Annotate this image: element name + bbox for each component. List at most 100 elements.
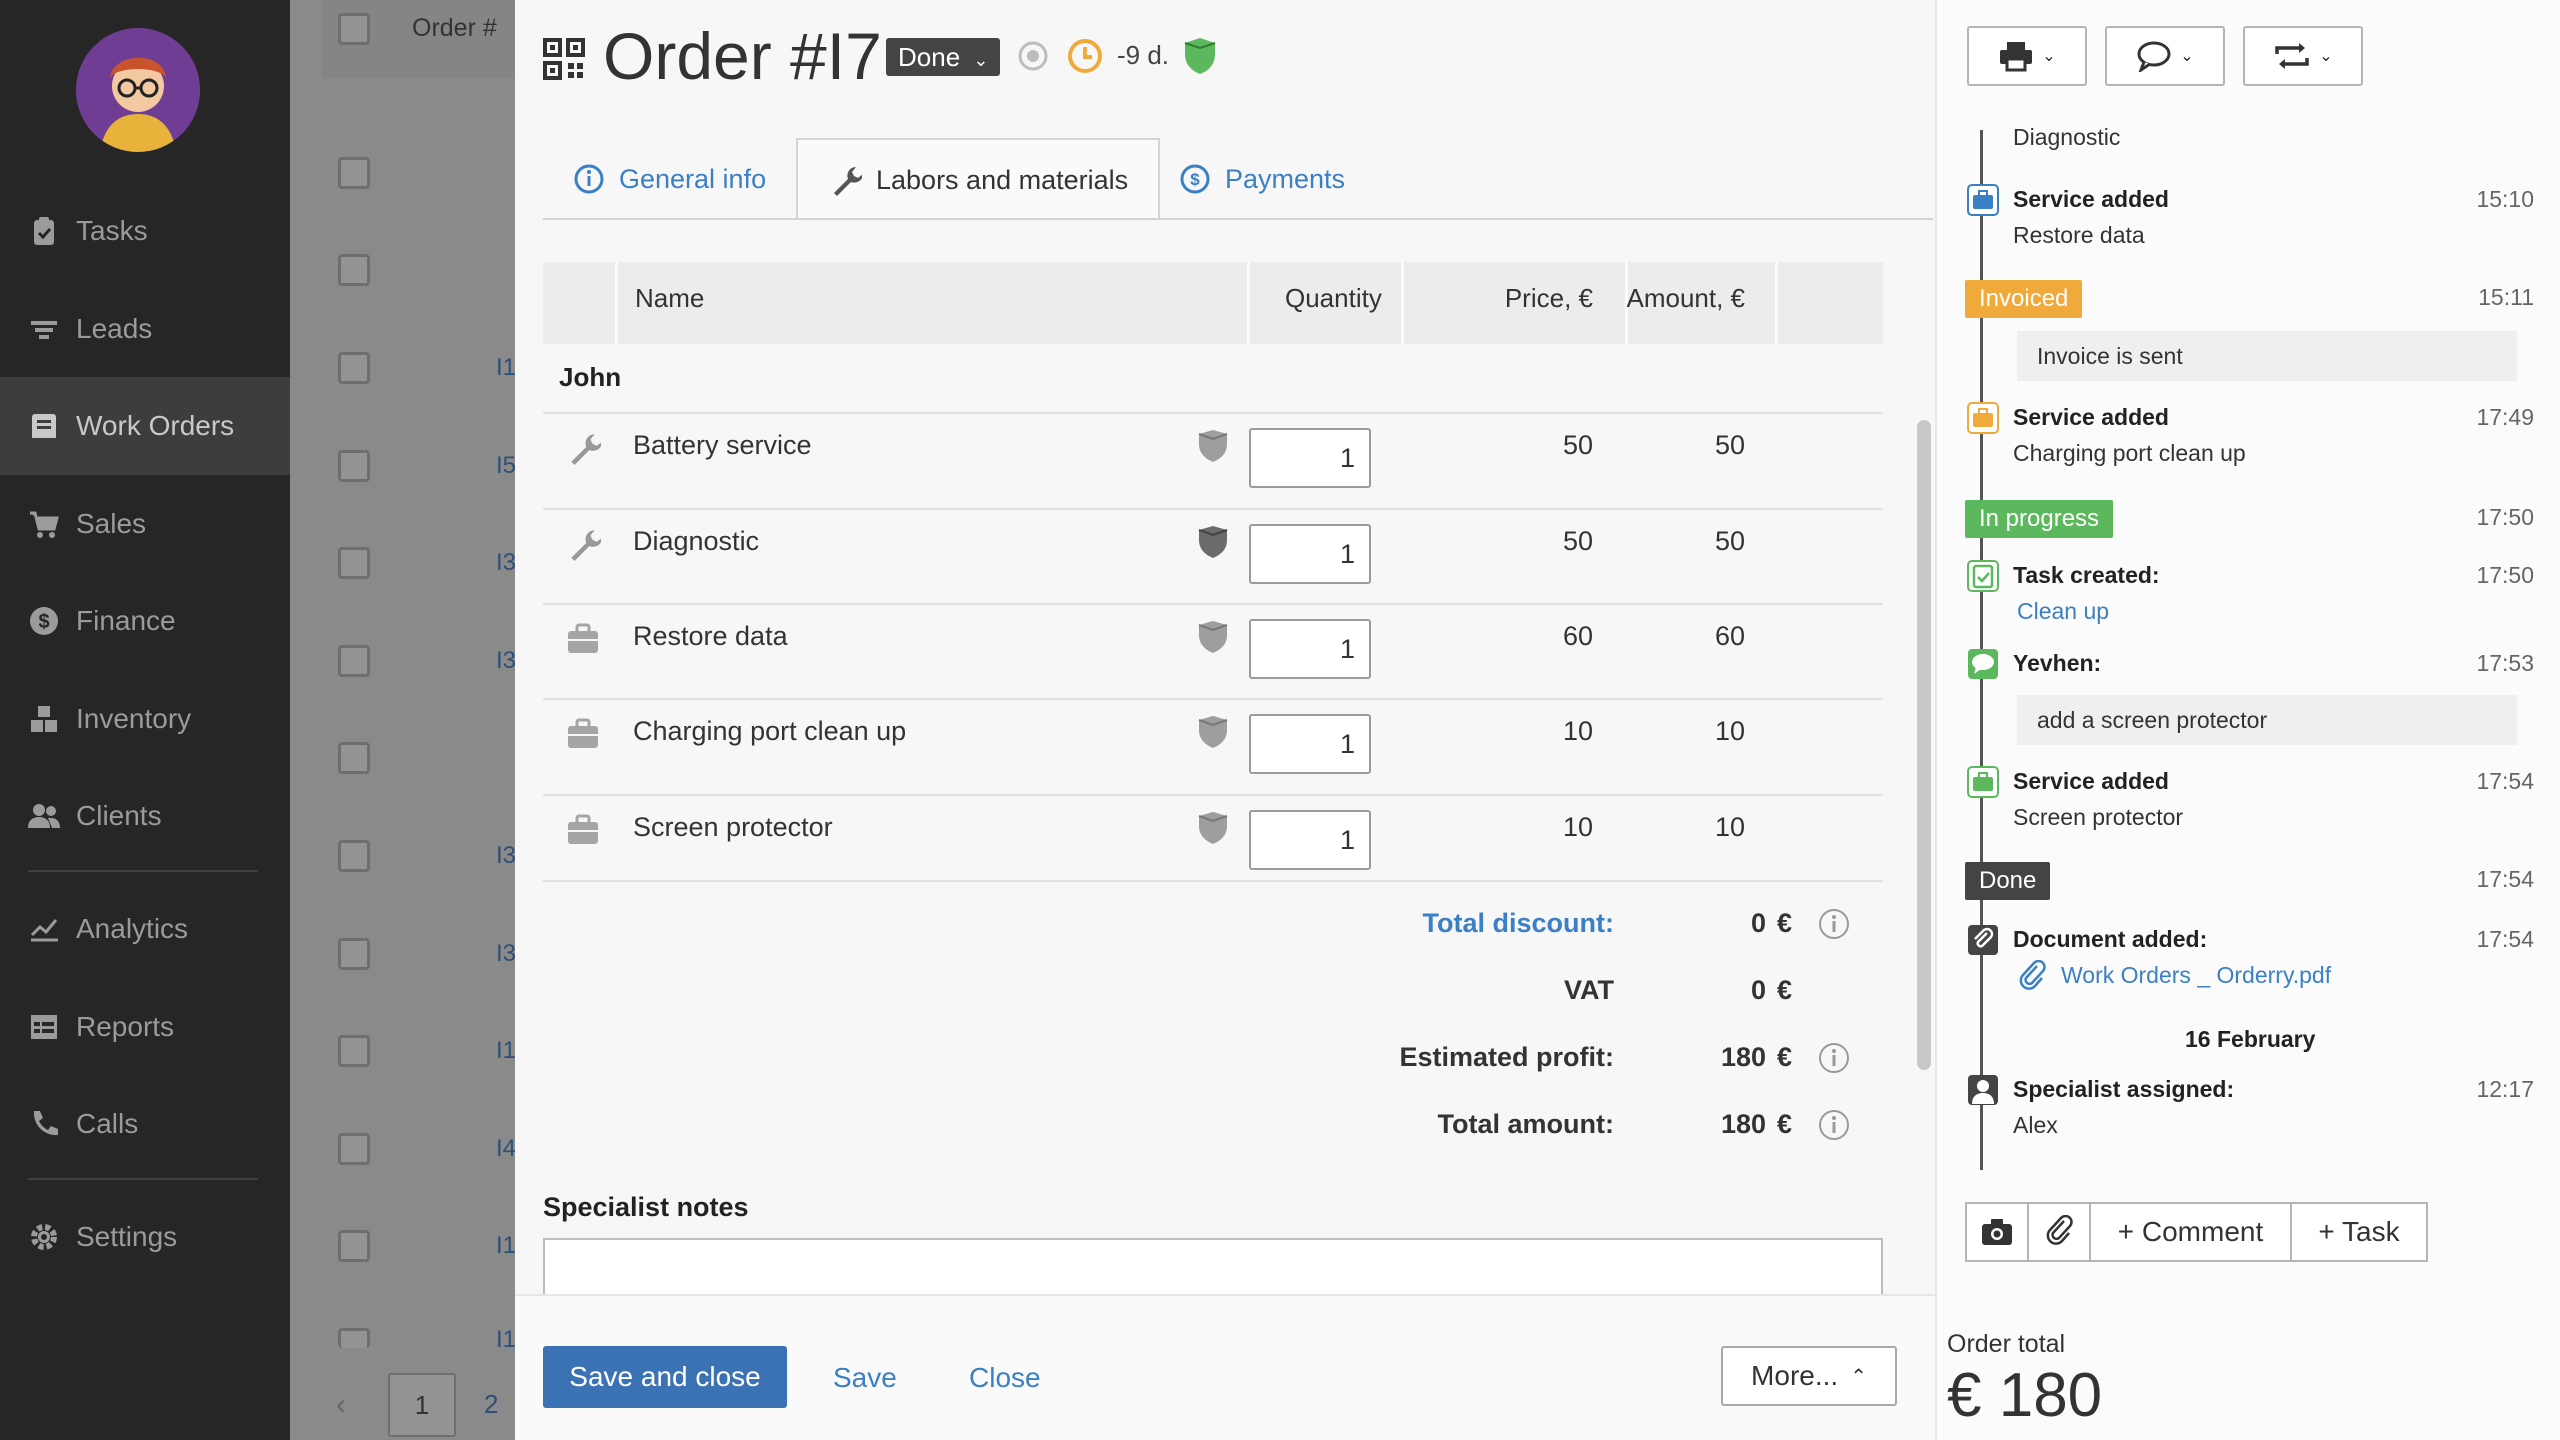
warranty-shield-icon[interactable] [1197, 619, 1229, 655]
warranty-shield-icon[interactable] [1183, 36, 1217, 76]
sidebar-item-inventory[interactable]: Inventory [0, 670, 290, 768]
save-button[interactable]: Save [833, 1362, 897, 1394]
info-circle-icon[interactable] [1817, 1041, 1851, 1075]
order-number-fragment[interactable]: I3 [496, 549, 516, 577]
save-and-close-button[interactable]: Save and close [543, 1346, 787, 1408]
urgency-indicator-icon[interactable] [1017, 40, 1049, 72]
transfer-button[interactable]: ⌄ [2243, 26, 2363, 86]
sidebar-item-label: Reports [76, 1011, 175, 1042]
order-number-fragment[interactable]: I3 [496, 647, 516, 675]
table-row[interactable]: Restore data 60 60 [543, 603, 1883, 699]
table-row[interactable]: Diagnostic 50 50 [543, 508, 1883, 604]
order-number-fragment[interactable]: I3 [496, 842, 516, 870]
quantity-input[interactable] [1249, 524, 1371, 584]
row-checkbox[interactable] [338, 645, 370, 677]
sidebar-item-label: Analytics [76, 913, 189, 944]
camera-button[interactable] [1965, 1202, 2029, 1262]
order-number-fragment[interactable]: I1 [496, 1232, 516, 1260]
task-link[interactable]: Clean up [2017, 598, 2109, 625]
row-checkbox[interactable] [338, 742, 370, 774]
currency-symbol: € [1777, 1109, 1793, 1139]
warranty-shield-icon[interactable] [1197, 428, 1229, 464]
status-dropdown[interactable]: Done ⌄ [886, 38, 1001, 76]
repeat-arrows-icon [2275, 43, 2310, 69]
user-avatar[interactable] [76, 28, 200, 152]
cart-icon [30, 511, 59, 538]
status-badge-invoiced: Invoiced [1965, 280, 2083, 318]
event-title: Document added: [2013, 926, 2208, 952]
attach-file-button[interactable] [2027, 1202, 2091, 1262]
document-added-icon [1968, 925, 1998, 955]
sidebar-item-settings[interactable]: Settings [0, 1188, 290, 1286]
svg-text:$: $ [1190, 170, 1200, 189]
report-table-icon [31, 1015, 57, 1039]
info-circle-icon[interactable] [1817, 1108, 1851, 1142]
table-row[interactable]: Battery service 50 50 [543, 412, 1883, 508]
order-number-fragment[interactable]: I1 [496, 1326, 516, 1354]
print-button[interactable]: ⌄ [1967, 26, 2087, 86]
quantity-input[interactable] [1249, 810, 1371, 870]
pagination-page-1[interactable]: 1 [388, 1373, 456, 1437]
row-checkbox[interactable] [338, 938, 370, 970]
sidebar-divider [28, 1178, 258, 1180]
event-time: 15:11 [2478, 284, 2534, 310]
sidebar-item-finance[interactable]: $ Finance [0, 572, 290, 670]
tab-labors-and-materials[interactable]: Labors and materials [796, 138, 1161, 220]
row-checkbox[interactable] [338, 352, 370, 384]
row-checkbox[interactable] [338, 547, 370, 579]
row-checkbox[interactable] [338, 157, 370, 189]
order-number-fragment[interactable]: I1 [496, 354, 516, 382]
row-checkbox[interactable] [338, 840, 370, 872]
order-number-fragment[interactable]: I5 [496, 452, 516, 480]
warranty-shield-icon[interactable] [1197, 810, 1229, 846]
briefcase-icon [568, 623, 598, 653]
document-link[interactable]: Work Orders _ Orderry.pdf [2061, 962, 2331, 989]
order-total-value: € 180 [1947, 1361, 2103, 1430]
pagination-prev-icon[interactable]: ‹ [336, 1388, 346, 1422]
table-row[interactable]: Charging port clean up 10 10 [543, 698, 1883, 794]
add-task-button[interactable]: + Task [2290, 1202, 2428, 1262]
tab-general-info[interactable]: General info [573, 138, 766, 220]
order-number-fragment[interactable]: I4 [496, 1135, 516, 1163]
specialist-notes-input[interactable] [543, 1238, 1883, 1298]
warranty-shield-icon[interactable] [1197, 714, 1229, 750]
add-comment-button[interactable]: + Comment [2089, 1202, 2292, 1262]
row-checkbox[interactable] [338, 1328, 370, 1348]
quantity-input[interactable] [1249, 428, 1371, 488]
warranty-shield-icon[interactable] [1197, 524, 1229, 560]
sidebar-item-reports[interactable]: Reports [0, 978, 290, 1076]
service-added-icon [1967, 184, 1999, 216]
sidebar-item-tasks[interactable]: Tasks [0, 182, 290, 280]
table-row[interactable]: Screen protector 10 10 [543, 794, 1883, 882]
quantity-input[interactable] [1249, 619, 1371, 679]
due-indicator: -9 d. [1117, 40, 1170, 70]
sidebar-item-leads[interactable]: Leads [0, 280, 290, 378]
row-checkbox[interactable] [338, 1230, 370, 1262]
row-checkbox[interactable] [338, 1035, 370, 1067]
total-discount-link[interactable]: Total discount: [1423, 908, 1614, 939]
quantity-input[interactable] [1249, 714, 1371, 774]
tab-payments[interactable]: $ Payments [1179, 138, 1345, 220]
messages-button[interactable]: ⌄ [2105, 26, 2225, 86]
order-number-fragment[interactable]: I3 [496, 940, 516, 968]
row-checkbox[interactable] [338, 1133, 370, 1165]
sidebar-item-work-orders[interactable]: Work Orders [0, 377, 290, 475]
chart-line-icon [30, 919, 58, 942]
more-actions-button[interactable]: More... ⌃ [1721, 1346, 1897, 1406]
event-time: 15:10 [2476, 186, 2534, 212]
row-checkbox[interactable] [338, 254, 370, 286]
select-all-checkbox[interactable] [338, 13, 370, 45]
info-circle-icon[interactable] [1817, 907, 1851, 941]
order-number-fragment[interactable]: I1 [496, 1037, 516, 1065]
qr-code-icon[interactable] [543, 38, 585, 80]
pagination-page-2[interactable]: 2 [484, 1389, 498, 1420]
scrollbar-thumb[interactable] [1917, 420, 1931, 1070]
sidebar-item-calls[interactable]: Calls [0, 1075, 290, 1173]
row-checkbox[interactable] [338, 450, 370, 482]
svg-text:$: $ [38, 611, 49, 633]
sidebar-item-clients[interactable]: Clients [0, 767, 290, 865]
item-amount: 50 [1714, 526, 1745, 556]
sidebar-item-sales[interactable]: Sales [0, 475, 290, 573]
sidebar-item-analytics[interactable]: Analytics [0, 880, 290, 978]
close-button[interactable]: Close [969, 1362, 1041, 1394]
